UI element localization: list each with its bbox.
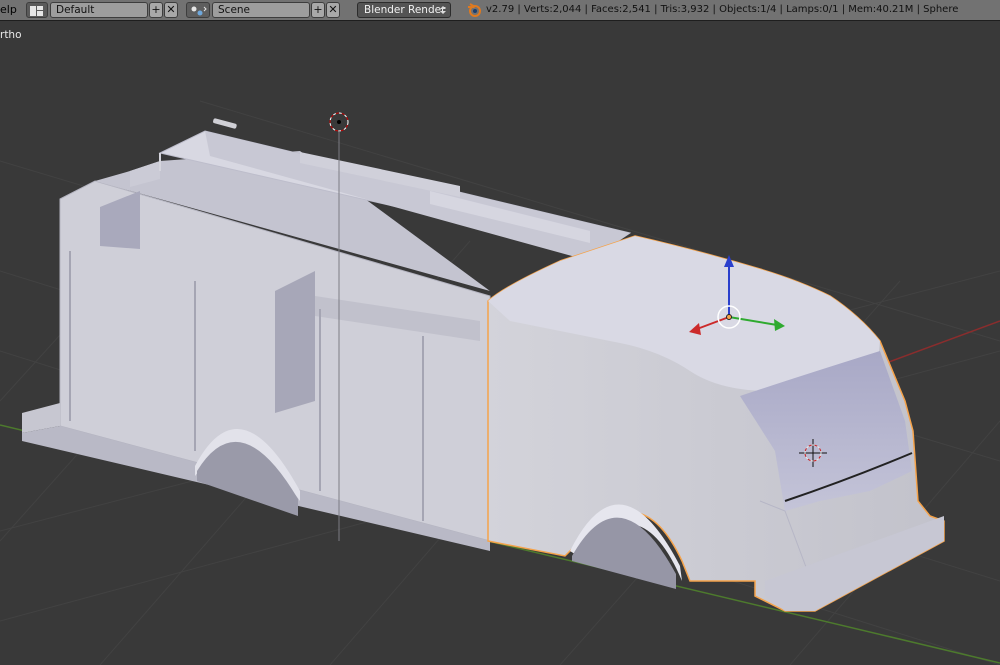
3d-viewport[interactable]: rtho bbox=[0, 21, 1000, 665]
screen-layout-selector[interactable] bbox=[26, 2, 48, 18]
scene-icon bbox=[191, 6, 207, 16]
render-engine-dropdown[interactable]: Blender Render bbox=[357, 2, 451, 18]
fire-truck-cab-mesh[interactable] bbox=[487, 235, 945, 612]
add-screen-button[interactable]: + bbox=[149, 2, 163, 18]
delete-screen-button[interactable]: ✕ bbox=[164, 2, 178, 18]
render-engine-label: Blender Render bbox=[364, 4, 446, 16]
screen-layout-field[interactable]: Default bbox=[50, 2, 148, 18]
dropdown-arrows-icon bbox=[440, 6, 446, 14]
scene-statistics: v2.79 | Verts:2,044 | Faces:2,541 | Tris… bbox=[486, 4, 959, 15]
viewport-canvas[interactable] bbox=[0, 21, 1000, 665]
delete-scene-button[interactable]: ✕ bbox=[326, 2, 340, 18]
blender-logo-icon bbox=[468, 3, 481, 17]
3d-cursor-icon bbox=[329, 112, 349, 132]
add-scene-button[interactable]: + bbox=[311, 2, 325, 18]
screen-layout-icon bbox=[30, 6, 43, 16]
scene-field[interactable]: Scene bbox=[212, 2, 310, 18]
view-label: rtho bbox=[0, 29, 22, 41]
help-menu[interactable]: elp bbox=[0, 0, 17, 20]
info-header: elp Default + ✕ Scene + ✕ Blender Render… bbox=[0, 0, 1000, 21]
scene-selector[interactable] bbox=[186, 2, 210, 18]
